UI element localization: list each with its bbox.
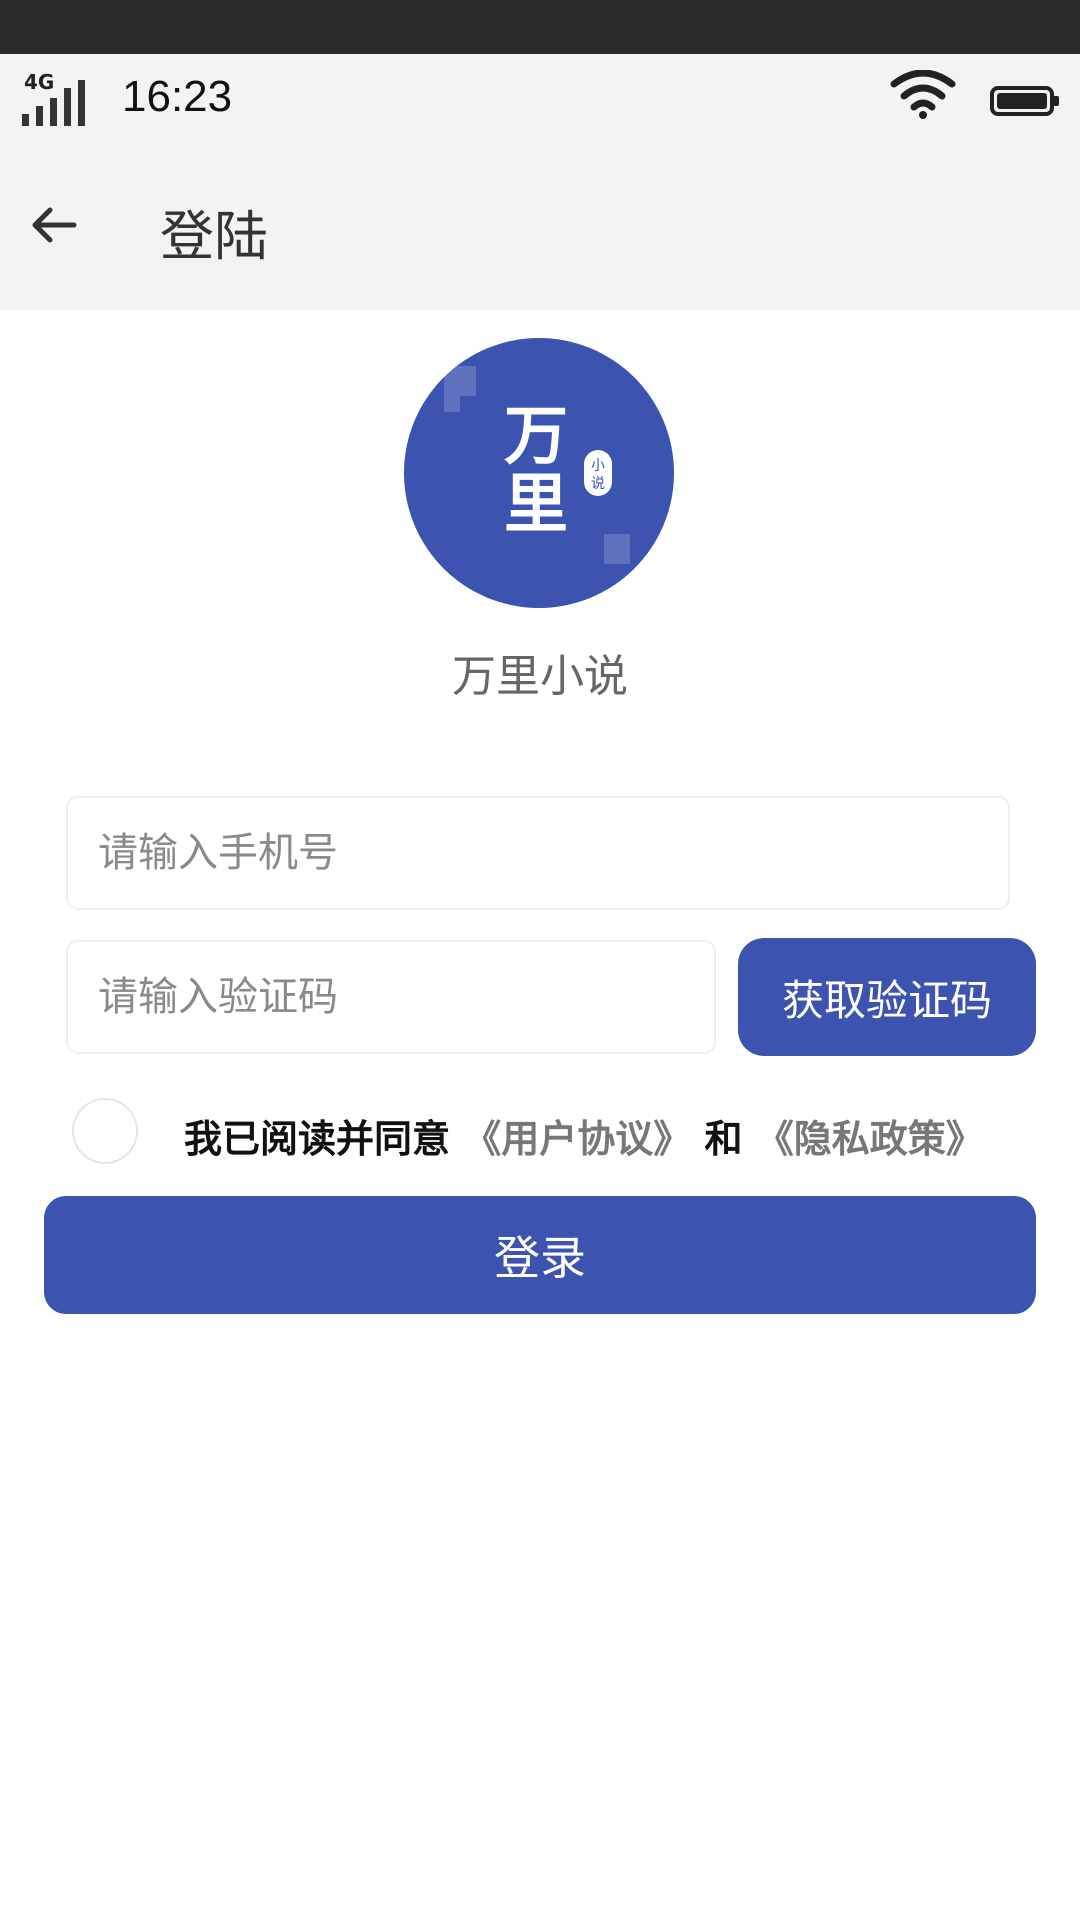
device-top-bar [0,0,1080,54]
app-bar: 登陆 [0,140,1080,310]
agreement-text: 我已阅读并同意 《用户协议》 和 《隐私政策》 [184,1108,984,1163]
svg-text:里: 里 [504,467,568,542]
get-code-button[interactable]: 获取验证码 [738,938,1036,1056]
agreement-row: 我已阅读并同意 《用户协议》 和 《隐私政策》 [72,1098,1032,1170]
back-arrow-icon[interactable] [26,198,80,252]
status-time: 16:23 [122,72,233,121]
privacy-policy-link[interactable]: 《隐私政策》 [756,1117,984,1161]
verification-code-input[interactable] [66,940,716,1054]
agreement-prefix: 我已阅读并同意 [184,1117,451,1161]
app-name: 万里小说 [452,651,628,702]
svg-text:说: 说 [591,476,605,492]
page-title: 登陆 [160,205,268,268]
svg-text:小: 小 [591,458,605,474]
wifi-icon [890,69,956,120]
agreement-checkbox[interactable] [72,1098,138,1164]
agreement-and: 和 [704,1117,743,1161]
user-agreement-link[interactable]: 《用户协议》 [463,1117,691,1161]
login-button[interactable]: 登录 [44,1196,1036,1314]
app-logo: 万 里 小 说 [404,338,674,608]
phone-input[interactable] [66,796,1010,910]
battery-icon [990,84,1060,118]
network-label: 4G [24,70,55,94]
signal-icon: 4G [20,70,90,128]
status-bar: 4G 16:23 [0,54,1080,140]
svg-text:万: 万 [504,399,568,474]
